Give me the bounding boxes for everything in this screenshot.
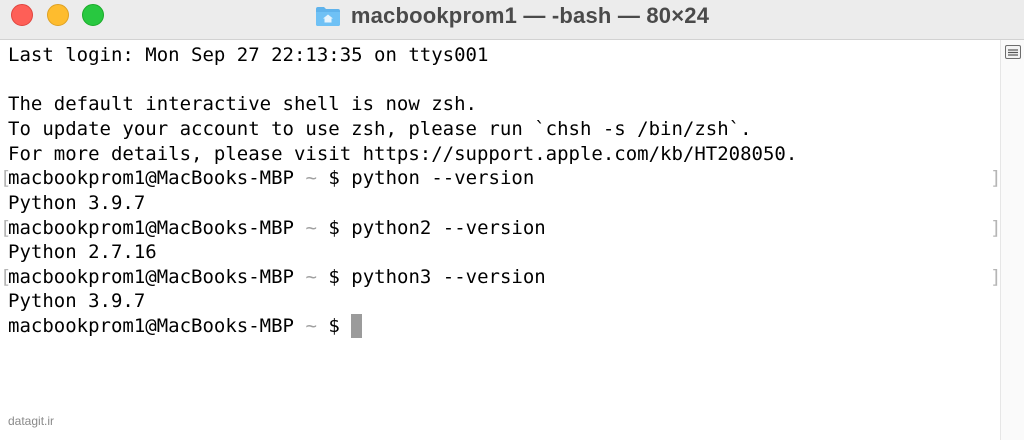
title-bar[interactable]: macbookprom1 — -bash — 80×24 bbox=[0, 0, 1024, 40]
folder-home-icon bbox=[315, 7, 340, 26]
command-output: Python 2.7.16 bbox=[8, 241, 157, 263]
prompt-line: macbookprom1@MacBooks-MBP ~ $ python3 --… bbox=[8, 265, 546, 289]
terminal-window: macbookprom1 — -bash — 80×24 Last login:… bbox=[0, 0, 1024, 440]
prompt-host: macbookprom1@MacBooks-MBP bbox=[8, 315, 294, 337]
notice-line-1: The default interactive shell is now zsh… bbox=[8, 93, 477, 115]
prompt-line: macbookprom1@MacBooks-MBP ~ $ python2 --… bbox=[8, 216, 546, 240]
list-icon[interactable] bbox=[1005, 45, 1021, 59]
notice-line-3: For more details, please visit https://s… bbox=[8, 143, 798, 165]
notice-line-2: To update your account to use zsh, pleas… bbox=[8, 118, 752, 140]
scrollbar-gutter[interactable] bbox=[1000, 40, 1024, 440]
prompt-tilde: ~ bbox=[305, 266, 317, 288]
last-login-line: Last login: Mon Sep 27 22:13:35 on ttys0… bbox=[8, 44, 489, 66]
command-text: python3 --version bbox=[351, 266, 546, 288]
command-text: python --version bbox=[351, 167, 535, 189]
prompt-host: macbookprom1@MacBooks-MBP bbox=[8, 217, 294, 239]
text-cursor[interactable] bbox=[351, 314, 363, 338]
command-text: python2 --version bbox=[351, 217, 546, 239]
window-title: macbookprom1 — -bash — 80×24 bbox=[350, 3, 710, 28]
terminal-content[interactable]: Last login: Mon Sep 27 22:13:35 on ttys0… bbox=[0, 40, 1001, 440]
window-title-group: macbookprom1 — -bash — 80×24 bbox=[0, 2, 1024, 30]
prompt-host: macbookprom1@MacBooks-MBP bbox=[8, 167, 294, 189]
prompt-tilde: ~ bbox=[305, 217, 317, 239]
prompt-symbol: $ bbox=[328, 266, 340, 288]
command-output: Python 3.9.7 bbox=[8, 192, 146, 214]
prompt-tilde: ~ bbox=[305, 315, 317, 337]
prompt-symbol: $ bbox=[328, 167, 340, 189]
command-output: Python 3.9.7 bbox=[8, 290, 146, 312]
prompt-tilde: ~ bbox=[305, 167, 317, 189]
prompt-symbol: $ bbox=[328, 315, 340, 337]
active-prompt-line[interactable]: macbookprom1@MacBooks-MBP ~ $ bbox=[8, 314, 363, 338]
prompt-symbol: $ bbox=[328, 217, 340, 239]
watermark-text: datagit.ir bbox=[8, 414, 55, 428]
prompt-host: macbookprom1@MacBooks-MBP bbox=[8, 266, 294, 288]
prompt-line: macbookprom1@MacBooks-MBP ~ $ python --v… bbox=[8, 166, 534, 190]
